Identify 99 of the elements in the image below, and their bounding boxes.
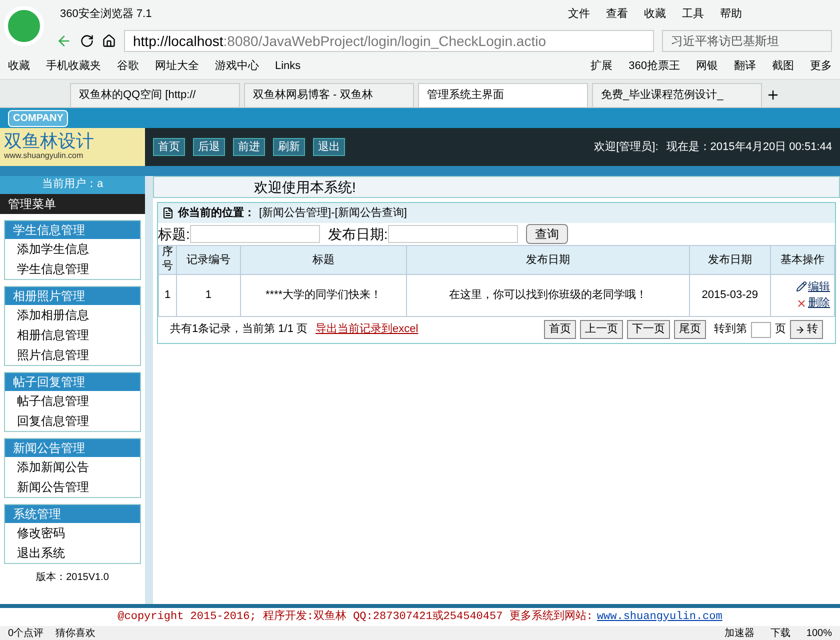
- bookmark-link[interactable]: Links: [275, 58, 301, 75]
- home-icon[interactable]: [102, 34, 116, 48]
- bookmark-link[interactable]: 谷歌: [117, 58, 139, 75]
- filter-field[interactable]: [190, 225, 320, 243]
- nav-button[interactable]: 刷新: [273, 138, 305, 156]
- query-button[interactable]: 查询: [526, 224, 568, 244]
- menu-group-header[interactable]: 帖子回复管理: [5, 373, 140, 391]
- filter-label: 发布日期:: [328, 224, 388, 244]
- company-label: COMPANY: [8, 110, 68, 126]
- logo-url-text: www.shuangyulin.com: [4, 150, 84, 162]
- status-item[interactable]: 0个点评: [8, 626, 44, 640]
- menu-item[interactable]: 文件: [568, 6, 590, 22]
- column-header: 基本操作: [770, 246, 834, 274]
- bookmark-link[interactable]: 收藏: [8, 58, 30, 75]
- welcome-text: 欢迎[管理员]:: [594, 140, 658, 155]
- menu-item[interactable]: 新闻公告管理: [5, 477, 140, 497]
- menu-item[interactable]: 学生信息管理: [5, 259, 140, 279]
- menu-group-header[interactable]: 学生信息管理: [5, 221, 140, 239]
- bookmark-link[interactable]: 手机收藏夹: [46, 58, 101, 75]
- toolbar-item[interactable]: 截图: [772, 58, 794, 75]
- version-text: 版本：2015V1.0: [35, 570, 110, 585]
- back-icon[interactable]: [56, 33, 72, 49]
- search-field[interactable]: 习近平将访巴基斯坦: [662, 30, 832, 52]
- clock-text: 现在是：2015年4月20日 00:51:44: [666, 140, 832, 155]
- filter-label: 标题:: [158, 224, 190, 244]
- menu-item[interactable]: 退出系统: [5, 543, 140, 563]
- nav-button[interactable]: 退出: [313, 138, 345, 156]
- pencil-icon: [796, 281, 807, 292]
- filter-field[interactable]: [388, 225, 518, 243]
- menu-item[interactable]: 添加相册信息: [5, 305, 140, 325]
- export-link[interactable]: 导出当前记录到excel: [316, 321, 418, 338]
- column-header: 序号: [158, 246, 176, 274]
- page-field[interactable]: [751, 322, 771, 338]
- action-link[interactable]: 编辑: [796, 278, 830, 295]
- go-button[interactable]: 转: [790, 320, 823, 339]
- toolbar-item[interactable]: 网银: [696, 58, 718, 75]
- bookmark-link[interactable]: 游戏中心: [215, 58, 259, 75]
- menu-group-header[interactable]: 新闻公告管理: [5, 439, 140, 457]
- column-header: 标题: [240, 246, 407, 274]
- menu-item[interactable]: 查看: [606, 6, 628, 22]
- action-link[interactable]: 删除: [796, 295, 830, 312]
- menu-group-header[interactable]: 系统管理: [5, 505, 140, 523]
- menu-item[interactable]: 添加新闻公告: [5, 457, 140, 477]
- record-summary: 共有1条记录，当前第 1/1 页: [170, 322, 308, 338]
- welcome-banner: 欢迎使用本系统!: [153, 176, 840, 198]
- toolbar-item[interactable]: 翻译: [734, 58, 756, 75]
- menu-item[interactable]: 帮助: [720, 6, 742, 22]
- table-cell: 在这里，你可以找到你班级的老同学哦！: [406, 274, 690, 316]
- column-header: 记录编号: [176, 246, 240, 274]
- cross-icon: [796, 298, 807, 309]
- menu-item[interactable]: 添加学生信息: [5, 239, 140, 259]
- goto-label: 转到第: [714, 322, 747, 338]
- browser-tab[interactable]: 双鱼林网易博客 - 双鱼林: [244, 83, 414, 107]
- menu-item[interactable]: 相册信息管理: [5, 325, 140, 345]
- address-field[interactable]: http://localhost:8080/JavaWebProject/login/login_CheckLogin.actio: [124, 30, 654, 52]
- menu-item[interactable]: 修改密码: [5, 523, 140, 543]
- table-cell: 2015-03-29: [689, 274, 771, 316]
- status-item[interactable]: 100%: [806, 626, 832, 640]
- browser-tab[interactable]: 管理系统主界面: [418, 83, 588, 107]
- goto-unit: 页: [775, 322, 786, 338]
- document-icon: [162, 207, 174, 219]
- column-header: 发布日期: [406, 246, 690, 274]
- new-tab-icon[interactable]: [766, 88, 780, 102]
- location-label: 你当前的位置：: [178, 206, 255, 221]
- status-item[interactable]: 猜你喜欢: [56, 626, 96, 640]
- toolbar-item[interactable]: 更多: [810, 58, 832, 75]
- pager-button[interactable]: 下一页: [627, 320, 670, 339]
- table-cell: 1: [158, 274, 176, 316]
- bookmark-link[interactable]: 网址大全: [155, 58, 199, 75]
- arrow-icon: [795, 324, 805, 334]
- browser-tab[interactable]: 双鱼林的QQ空间 [http://: [70, 83, 240, 107]
- toolbar-item[interactable]: 360抢票王: [628, 58, 680, 75]
- menu-item[interactable]: 工具: [682, 6, 704, 22]
- nav-button[interactable]: 首页: [153, 138, 185, 156]
- window-title: 360安全浏览器 7.1: [60, 6, 152, 22]
- website-link[interactable]: www.shuangyulin.com: [596, 608, 722, 626]
- menu-item[interactable]: 收藏: [644, 6, 666, 22]
- pager-button[interactable]: 上一页: [580, 320, 623, 339]
- menu-title-bar: 管理菜单: [0, 194, 145, 214]
- copyright-text: @copyright 2015-2016; 程序开发:双鱼林 QQ:287307421或254540457 更多系统到网站:: [118, 608, 593, 625]
- reload-icon[interactable]: [80, 34, 94, 48]
- table-cell: ****大学的同学们快来！: [240, 274, 407, 316]
- table-cell: 1: [176, 274, 240, 316]
- status-item[interactable]: 下载: [770, 626, 790, 640]
- menu-item[interactable]: 回复信息管理: [5, 411, 140, 431]
- pager-button[interactable]: 首页: [544, 320, 576, 339]
- toolbar-item[interactable]: 扩展: [590, 58, 613, 75]
- nav-button[interactable]: 后退: [193, 138, 225, 156]
- nav-button[interactable]: 前进: [233, 138, 265, 156]
- column-header: 发布日期: [689, 246, 771, 274]
- logo-text: 双鱼林设计: [4, 132, 95, 150]
- status-item[interactable]: 加速器: [724, 626, 754, 640]
- breadcrumb-text: [新闻公告管理]-[新闻公告查询]: [259, 206, 407, 221]
- current-user-bar: 当前用户：a: [0, 176, 145, 194]
- menu-group-header[interactable]: 相册照片管理: [5, 287, 140, 305]
- menu-item[interactable]: 照片信息管理: [5, 345, 140, 365]
- pager-button[interactable]: 尾页: [674, 320, 706, 339]
- browser-tab[interactable]: 免费_毕业课程范例设计_: [592, 83, 762, 107]
- menu-item[interactable]: 帖子信息管理: [5, 391, 140, 411]
